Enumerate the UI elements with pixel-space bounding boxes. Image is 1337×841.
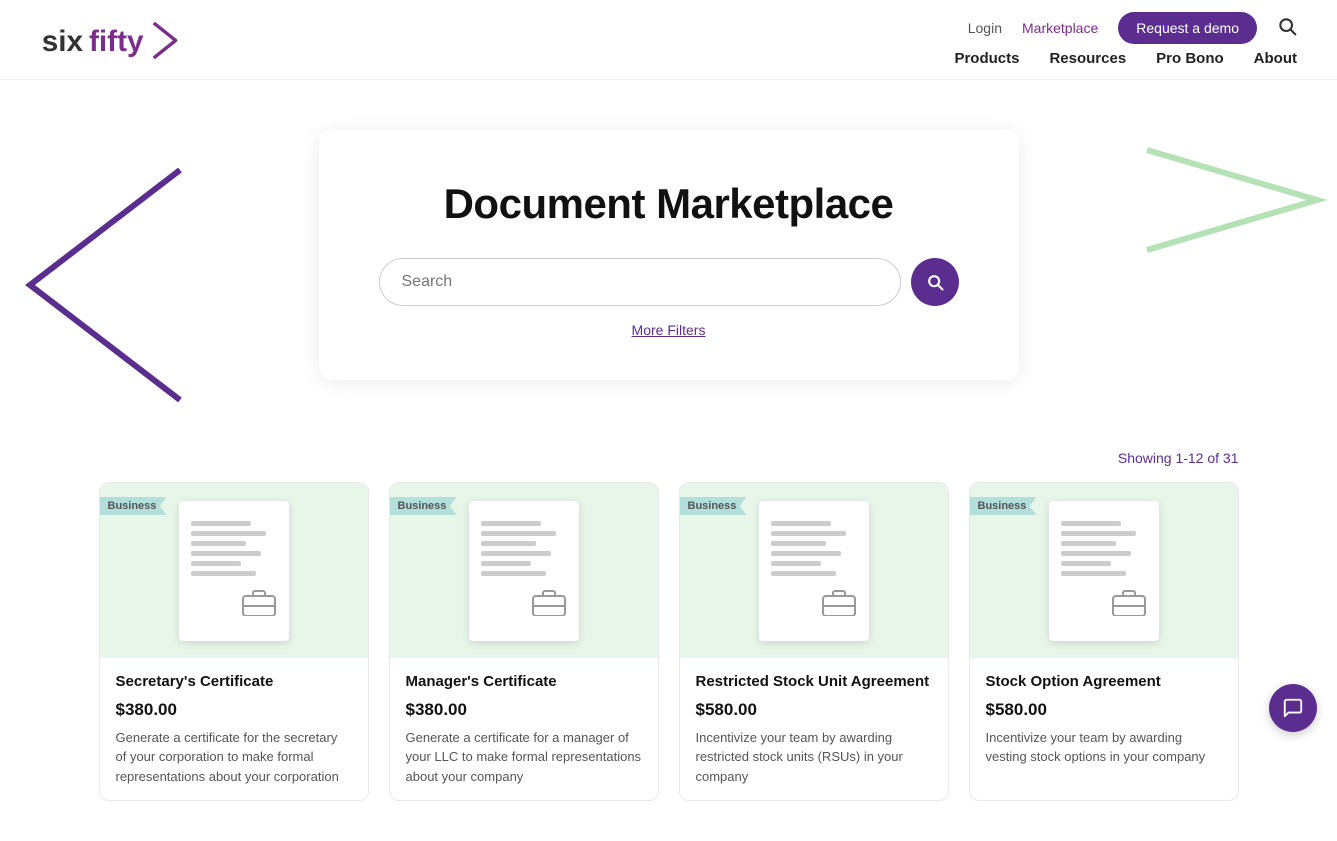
doc-preview [759, 501, 869, 641]
card-body: Secretary's Certificate $380.00 Generate… [100, 658, 368, 800]
marketplace-link[interactable]: Marketplace [1022, 20, 1098, 36]
cards-grid: Business Secretary's Certificate $380.00… [99, 482, 1239, 801]
more-filters-row: More Filters [379, 306, 959, 340]
doc-lines [771, 521, 846, 576]
logo[interactable]: six fifty [40, 15, 180, 65]
hero-content: Document Marketplace More Filters [299, 80, 1039, 440]
nav-search-icon[interactable] [1277, 16, 1297, 41]
doc-lines [481, 521, 556, 576]
product-card[interactable]: Business Manager's Certificate $380.00 G… [389, 482, 659, 801]
product-card[interactable]: Business Restricted Stock Unit Agreement… [679, 482, 949, 801]
card-title: Manager's Certificate [406, 672, 642, 692]
card-badge: Business [390, 497, 457, 515]
card-badge: Business [970, 497, 1037, 515]
nav-about-link[interactable]: About [1254, 50, 1297, 67]
nav-pro-bono-link[interactable]: Pro Bono [1156, 50, 1224, 67]
results-area: Showing 1-12 of 31 Business Secretary's [79, 440, 1259, 841]
nav-resources-link[interactable]: Resources [1049, 50, 1126, 67]
nav-products-link[interactable]: Products [954, 50, 1019, 67]
card-title: Secretary's Certificate [116, 672, 352, 692]
page-title: Document Marketplace [379, 180, 959, 228]
briefcase-icon [821, 586, 857, 621]
card-description: Incentivize your team by awarding restri… [696, 728, 932, 787]
product-card[interactable]: Business Stock Option Agreement $580.00 … [969, 482, 1239, 801]
logo-svg: six fifty [40, 15, 180, 65]
product-card[interactable]: Business Secretary's Certificate $380.00… [99, 482, 369, 801]
search-row [379, 258, 959, 306]
right-decoration [1137, 140, 1337, 260]
card-description: Generate a certificate for a manager of … [406, 728, 642, 787]
card-title: Restricted Stock Unit Agreement [696, 672, 932, 692]
card-description: Incentivize your team by awarding vestin… [986, 728, 1222, 767]
request-demo-button[interactable]: Request a demo [1118, 12, 1257, 44]
more-filters-link[interactable]: More Filters [632, 322, 706, 338]
card-image: Business [100, 483, 368, 658]
card-image: Business [680, 483, 948, 658]
doc-preview [179, 501, 289, 641]
navigation: six fifty Login Marketplace Request a de… [0, 0, 1337, 80]
hero-section: Document Marketplace More Filters [0, 80, 1337, 440]
chat-icon [1282, 697, 1304, 719]
card-price: $380.00 [406, 700, 642, 720]
nav-top-row: Login Marketplace Request a demo [968, 12, 1297, 44]
doc-lines [1061, 521, 1136, 576]
search-button-icon [925, 272, 945, 292]
results-count: Showing 1-12 of 31 [99, 450, 1239, 466]
card-description: Generate a certificate for the secretary… [116, 728, 352, 787]
card-body: Restricted Stock Unit Agreement $580.00 … [680, 658, 948, 800]
card-badge: Business [680, 497, 747, 515]
nav-right: Login Marketplace Request a demo Product… [954, 12, 1297, 67]
briefcase-icon [531, 586, 567, 621]
left-decoration [0, 160, 200, 410]
card-price: $580.00 [986, 700, 1222, 720]
card-image: Business [970, 483, 1238, 658]
card-price: $380.00 [116, 700, 352, 720]
card-body: Manager's Certificate $380.00 Generate a… [390, 658, 658, 800]
search-card: Document Marketplace More Filters [319, 130, 1019, 380]
nav-bottom-row: Products Resources Pro Bono About [954, 50, 1297, 67]
search-input[interactable] [379, 258, 901, 306]
svg-text:fifty: fifty [89, 24, 144, 57]
login-link[interactable]: Login [968, 20, 1002, 36]
card-image: Business [390, 483, 658, 658]
card-badge: Business [100, 497, 167, 515]
doc-preview [469, 501, 579, 641]
doc-lines [191, 521, 266, 576]
card-title: Stock Option Agreement [986, 672, 1222, 692]
chat-bubble[interactable] [1269, 684, 1317, 732]
briefcase-icon [241, 586, 277, 621]
search-button[interactable] [911, 258, 959, 306]
briefcase-icon [1111, 586, 1147, 621]
card-price: $580.00 [696, 700, 932, 720]
svg-text:six: six [42, 24, 84, 57]
card-body: Stock Option Agreement $580.00 Incentivi… [970, 658, 1238, 781]
doc-preview [1049, 501, 1159, 641]
